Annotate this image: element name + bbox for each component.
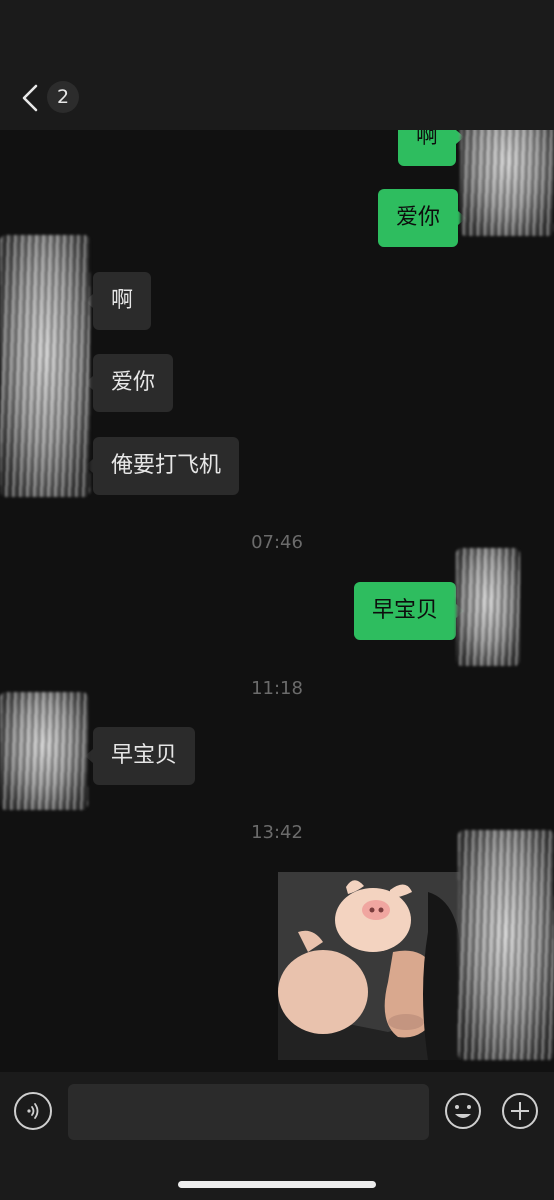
message-bubble-received[interactable]: 啊 <box>84 272 152 330</box>
input-bar <box>0 1072 554 1200</box>
voice-button[interactable] <box>14 1092 52 1130</box>
back-button[interactable] <box>20 84 42 112</box>
message-bubble-received[interactable]: 俺要打飞机 <box>84 437 240 495</box>
voice-icon <box>27 1103 39 1119</box>
message-bubble-received[interactable]: 爱你 <box>84 354 174 412</box>
emoji-icon <box>445 1093 481 1129</box>
chevron-left-icon <box>22 84 38 112</box>
home-indicator[interactable] <box>178 1181 376 1188</box>
message-list[interactable]: 啊 爱你 啊 爱你 俺要打飞机 07:46 早宝贝 11:18 早宝贝 13:4… <box>0 130 554 1072</box>
plus-icon <box>502 1093 538 1129</box>
message-bubble-received[interactable]: 早宝贝 <box>84 727 196 785</box>
unread-count-badge[interactable]: 2 <box>47 81 79 113</box>
image-message[interactable] <box>278 872 461 1060</box>
message-bubble-sent[interactable]: 早宝贝 <box>354 582 465 640</box>
avatar[interactable] <box>458 830 554 1060</box>
avatar[interactable] <box>456 548 520 666</box>
message-bubble-sent[interactable]: 爱你 <box>378 189 467 247</box>
avatar[interactable] <box>0 692 88 810</box>
emoji-button[interactable] <box>444 1092 482 1130</box>
avatar[interactable] <box>0 235 90 497</box>
chat-header: 2 <box>0 0 554 130</box>
pig-toy-photo <box>278 872 461 1060</box>
message-input[interactable] <box>68 1084 429 1140</box>
plus-button[interactable] <box>501 1092 539 1130</box>
avatar[interactable] <box>460 130 554 236</box>
message-bubble-sent[interactable]: 啊 <box>398 130 465 166</box>
